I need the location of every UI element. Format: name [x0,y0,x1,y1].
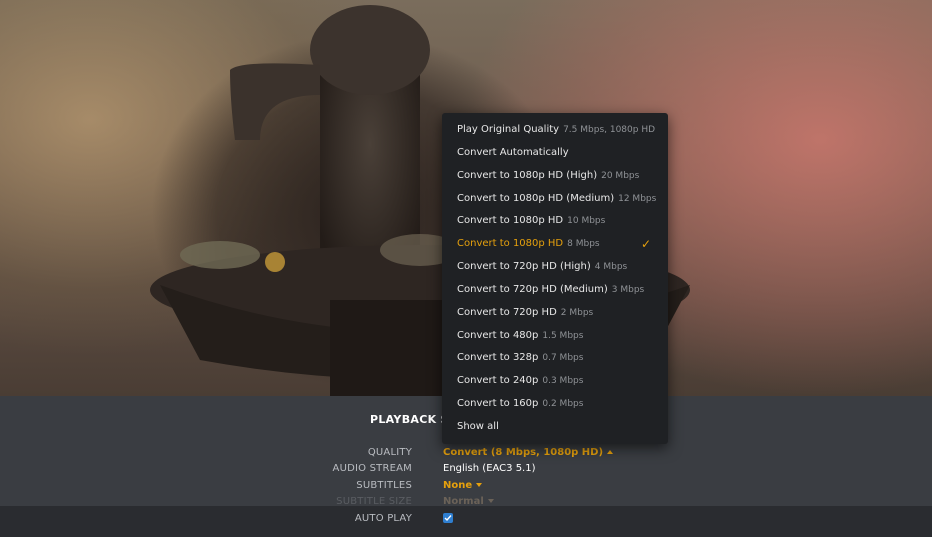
quality-value: Convert (8 Mbps, 1080p HD) [443,447,604,458]
quality-select[interactable]: Convert (8 Mbps, 1080p HD) [443,447,614,458]
quality-label: QUALITY [367,447,412,458]
quality-option-auto[interactable]: Convert Automatically [442,142,668,164]
option-detail: 0.7 Mbps [542,353,584,363]
option-detail: 0.3 Mbps [542,376,584,386]
quality-option-328p[interactable]: Convert to 328p 0.7 Mbps [442,347,668,369]
option-label: Convert to 720p HD (High) [457,261,591,272]
option-label: Convert Automatically [457,147,569,158]
option-detail: 4 Mbps [594,262,628,272]
subtitles-value: None [443,480,473,491]
option-detail: 0.2 Mbps [542,399,584,409]
option-detail: 8 Mbps [567,239,600,249]
option-detail: 12 Mbps [618,194,657,204]
subtitle-size-select[interactable]: Normal [443,496,494,507]
subtitle-size-value: Normal [443,496,484,507]
caret-down-icon [487,499,494,503]
option-label: Convert to 1080p HD [457,215,564,226]
quality-option-160p[interactable]: Convert to 160p 0.2 Mbps [442,393,668,415]
quality-option-720p[interactable]: Convert to 720p HD 2 Mbps [442,302,668,324]
quality-option-1080p-medium[interactable]: Convert to 1080p HD (Medium) 12 Mbps [442,188,668,210]
checkmark-icon [444,515,452,522]
quality-option-480p[interactable]: Convert to 480p 1.5 Mbps [442,325,668,347]
option-label: Convert to 480p [457,330,539,341]
auto-play-label: AUTO PLAY [354,513,412,524]
checkmark-icon: ✓ [641,237,652,251]
audio-stream-label: AUDIO STREAM [332,463,412,474]
option-label: Convert to 1080p HD [457,238,564,249]
option-label: Convert to 1080p HD (Medium) [457,193,615,204]
option-detail: 20 Mbps [601,171,640,181]
quality-option-1080p-high[interactable]: Convert to 1080p HD (High) 20 Mbps [442,165,668,187]
caret-up-icon [607,450,614,454]
quality-dropdown-menu: Play Original Quality 7.5 Mbps, 1080p HD … [442,113,668,444]
audio-stream-select[interactable]: English (EAC3 5.1) [443,463,536,474]
subtitles-select[interactable]: None [443,480,483,491]
auto-play-checkbox[interactable] [443,513,453,523]
subtitles-label: SUBTITLES [356,480,412,491]
quality-option-1080p-10[interactable]: Convert to 1080p HD 10 Mbps [442,210,668,232]
option-label: Play Original Quality [457,124,560,135]
option-label: Convert to 160p [457,398,539,409]
subtitle-size-label: SUBTITLE SIZE [336,496,412,507]
panel-footer [0,506,932,537]
quality-option-720p-medium[interactable]: Convert to 720p HD (Medium) 3 Mbps [442,279,668,301]
quality-option-720p-high[interactable]: Convert to 720p HD (High) 4 Mbps [442,256,668,278]
option-label: Convert to 720p HD [457,307,557,318]
option-label: Convert to 240p [457,375,539,386]
quality-option-show-all[interactable]: Show all [442,416,668,438]
option-label: Show all [457,421,499,432]
option-detail: 10 Mbps [567,216,606,226]
caret-down-icon [476,483,483,487]
quality-option-1080p-8-selected[interactable]: Convert to 1080p HD 8 Mbps ✓ [442,233,668,255]
quality-option-240p[interactable]: Convert to 240p 0.3 Mbps [442,370,668,392]
option-detail: 1.5 Mbps [542,331,584,341]
option-label: Convert to 328p [457,352,539,363]
option-label: Convert to 720p HD (Medium) [457,284,608,295]
quality-option-original[interactable]: Play Original Quality 7.5 Mbps, 1080p HD [442,119,668,141]
option-detail: 3 Mbps [611,285,645,295]
option-detail: 2 Mbps [560,308,594,318]
option-detail: 7.5 Mbps, 1080p HD [563,125,656,135]
option-label: Convert to 1080p HD (High) [457,170,598,181]
